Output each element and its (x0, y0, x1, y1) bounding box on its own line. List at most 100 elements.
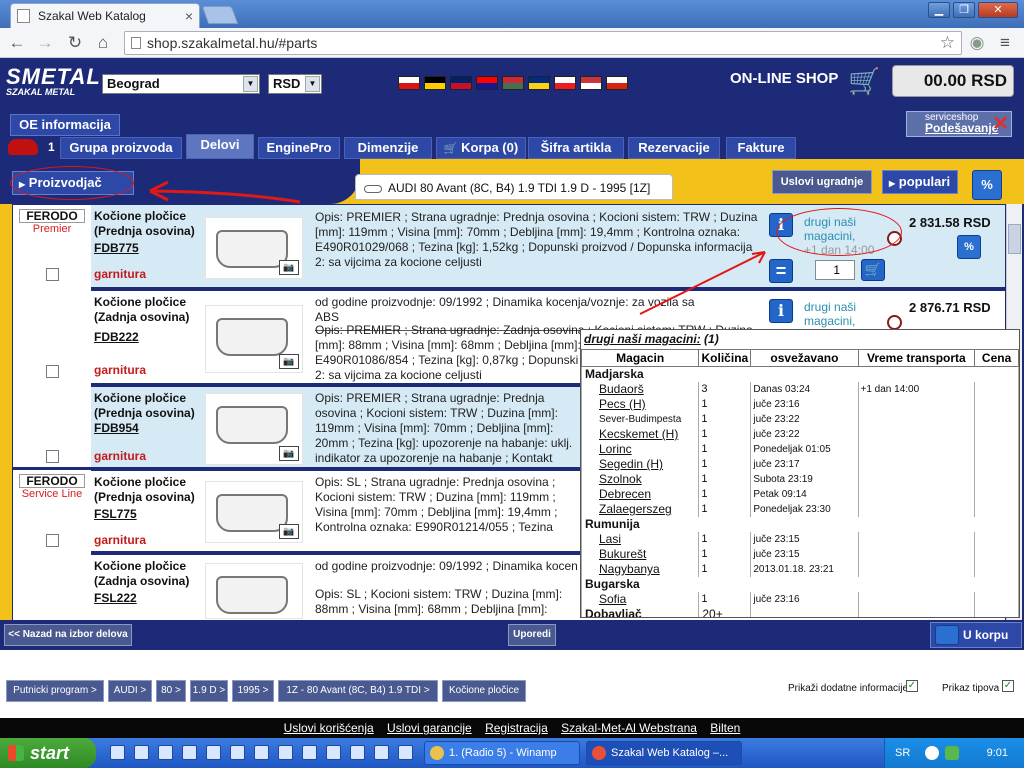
currency-select[interactable]: RSD ▼ (268, 74, 322, 94)
stock-info[interactable]: drugi naši magacini, (804, 300, 888, 328)
quick-launch-icon[interactable] (398, 745, 413, 760)
tab-fakture[interactable]: Fakture (726, 137, 796, 159)
address-bar[interactable]: shop.szakalmetal.hu/#parts ☆ (124, 31, 962, 55)
flag-romania[interactable] (528, 76, 550, 90)
product-code-link[interactable]: FSL222 (94, 591, 137, 605)
add-to-cart-button[interactable]: 🛒 (861, 259, 885, 281)
show-types-checkbox[interactable]: ✓ (1002, 680, 1014, 692)
back-icon[interactable]: ← (6, 32, 28, 54)
warehouse-link[interactable]: Pecs (H) (581, 396, 700, 412)
quick-launch-icon[interactable] (158, 745, 173, 760)
start-button[interactable]: start (0, 738, 96, 768)
warehouse-link[interactable]: Lasi (581, 531, 700, 547)
tray-icon[interactable] (945, 746, 959, 760)
warehouse-link[interactable]: Kecskemet (H) (581, 426, 700, 442)
breadcrumb-item[interactable]: AUDI > (108, 680, 152, 702)
quick-launch-icon[interactable] (302, 745, 317, 760)
flag-germany[interactable] (424, 76, 446, 90)
product-code-link[interactable]: FSL775 (94, 507, 137, 521)
product-image[interactable] (205, 563, 303, 619)
extension-eye-icon[interactable]: ◉ (966, 32, 988, 54)
warehouse-link[interactable]: Zalaegerszeg (581, 501, 700, 517)
warehouse-link[interactable]: Sofia (581, 591, 700, 607)
quick-launch-icon[interactable] (230, 745, 245, 760)
conditions-button[interactable]: Uslovi ugradnje (772, 170, 872, 194)
cart-total[interactable]: 00.00 RSD (892, 65, 1014, 97)
quick-launch-icon[interactable] (182, 745, 197, 760)
quick-launch-icon[interactable] (206, 745, 221, 760)
browser-tab[interactable]: Szakal Web Katalog × (10, 3, 200, 28)
compare-button[interactable]: Uporedi (508, 624, 556, 646)
show-extra-info-checkbox[interactable]: ✓ (906, 680, 918, 692)
menu-icon[interactable]: ≡ (994, 32, 1016, 54)
back-to-parts-button[interactable]: << Nazad na izbor delova (4, 624, 132, 646)
tab-dimenzije[interactable]: Dimenzije (344, 137, 432, 159)
flag-croatia[interactable] (476, 76, 498, 90)
camera-icon[interactable]: 📷 (279, 354, 299, 369)
quick-launch-icon[interactable] (374, 745, 389, 760)
tab-enginepro[interactable]: EnginePro (258, 137, 340, 159)
product-image[interactable]: 📷 (205, 481, 303, 543)
footer-link-warranty[interactable]: Uslovi garancije (387, 721, 472, 735)
info-icon[interactable]: i (769, 299, 793, 323)
flag-hungary[interactable] (502, 76, 524, 90)
close-icon[interactable]: ✕ (992, 114, 1009, 134)
flag-serbia[interactable] (580, 76, 602, 90)
tab-rezervacije[interactable]: Rezervacije (628, 137, 720, 159)
product-code-link[interactable]: FDB222 (94, 330, 139, 344)
breadcrumb-item[interactable]: Kočione pločice (442, 680, 526, 702)
tray-icon[interactable] (925, 746, 939, 760)
minimize-button[interactable]: ▁ (928, 2, 950, 18)
serviceshop-settings[interactable]: serviceshop Podešavanje ✕ (906, 111, 1012, 137)
reload-icon[interactable]: ↻ (64, 32, 86, 54)
select-checkbox[interactable] (46, 365, 59, 378)
select-checkbox[interactable] (46, 450, 59, 463)
tab-close-icon[interactable]: × (185, 8, 193, 24)
camera-icon[interactable]: 📷 (279, 260, 299, 275)
maximize-button[interactable]: ❐ (953, 2, 975, 18)
add-to-cart-button[interactable]: U korpu >> (930, 622, 1022, 666)
quick-launch-icon[interactable] (134, 745, 149, 760)
tab-sifra-artikla[interactable]: Šifra artikla (528, 137, 624, 159)
quick-launch-icon[interactable] (254, 745, 269, 760)
tab-korpa[interactable]: 🛒 Korpa (0) (436, 137, 526, 159)
product-image[interactable]: 📷 (205, 217, 303, 279)
product-image[interactable]: 📷 (205, 393, 303, 465)
compare-equal-button[interactable]: = (769, 259, 793, 283)
logo[interactable]: SMETAL SZAKAL METAL (6, 64, 101, 97)
warehouse-link[interactable]: Lorinc (581, 441, 700, 457)
quick-launch-icon[interactable] (350, 745, 365, 760)
breadcrumb-item[interactable]: Putnicki program > (6, 680, 104, 702)
language-indicator[interactable]: SR (895, 747, 910, 759)
flag-uk[interactable] (450, 76, 472, 90)
close-window-button[interactable]: ✕ (978, 2, 1018, 18)
warehouse-link[interactable]: Budaorš (581, 381, 700, 397)
percent-discount-button[interactable]: % (972, 170, 1002, 200)
oe-info-button[interactable]: OE informacija (10, 114, 120, 136)
product-code-link[interactable]: FDB775 (94, 241, 139, 255)
breadcrumb-item[interactable]: 1.9 D > (190, 680, 228, 702)
settings-link[interactable]: Podešavanje (925, 121, 998, 135)
flag-bulgaria[interactable] (606, 76, 628, 90)
product-image[interactable]: 📷 (205, 305, 303, 373)
warehouse-link[interactable]: Nagybanya (581, 561, 700, 577)
footer-link-terms[interactable]: Uslovi korišćenja (284, 721, 374, 735)
breadcrumb-item[interactable]: 1995 > (232, 680, 274, 702)
bookmark-star-icon[interactable]: ☆ (940, 32, 955, 54)
forward-icon[interactable]: → (34, 32, 56, 54)
city-select[interactable]: Beograd ▼ (102, 74, 260, 94)
vehicle-tab[interactable]: AUDI 80 Avant (8C, B4) 1.9 TDI 1.9 D - 1… (355, 174, 673, 200)
warehouse-link[interactable]: Debrecen (581, 486, 700, 502)
product-code-link[interactable]: FDB954 (94, 421, 139, 435)
tab-delovi[interactable]: Delovi (186, 134, 254, 159)
car-icon[interactable] (8, 139, 38, 155)
footer-link-registration[interactable]: Registracija (485, 721, 548, 735)
breadcrumb-item[interactable]: 1Z - 80 Avant (8C, B4) 1.9 TDI > (278, 680, 438, 702)
breadcrumb-item[interactable]: 80 > (156, 680, 186, 702)
footer-link-website[interactable]: Szakal-Met-Al Webstrana (561, 721, 697, 735)
home-icon[interactable]: ⌂ (92, 32, 114, 54)
popular-button[interactable]: ▶ populari (882, 170, 958, 194)
camera-icon[interactable]: 📷 (279, 524, 299, 539)
select-checkbox[interactable] (46, 268, 59, 281)
task-browser[interactable]: Szakal Web Katalog –... (586, 741, 742, 765)
